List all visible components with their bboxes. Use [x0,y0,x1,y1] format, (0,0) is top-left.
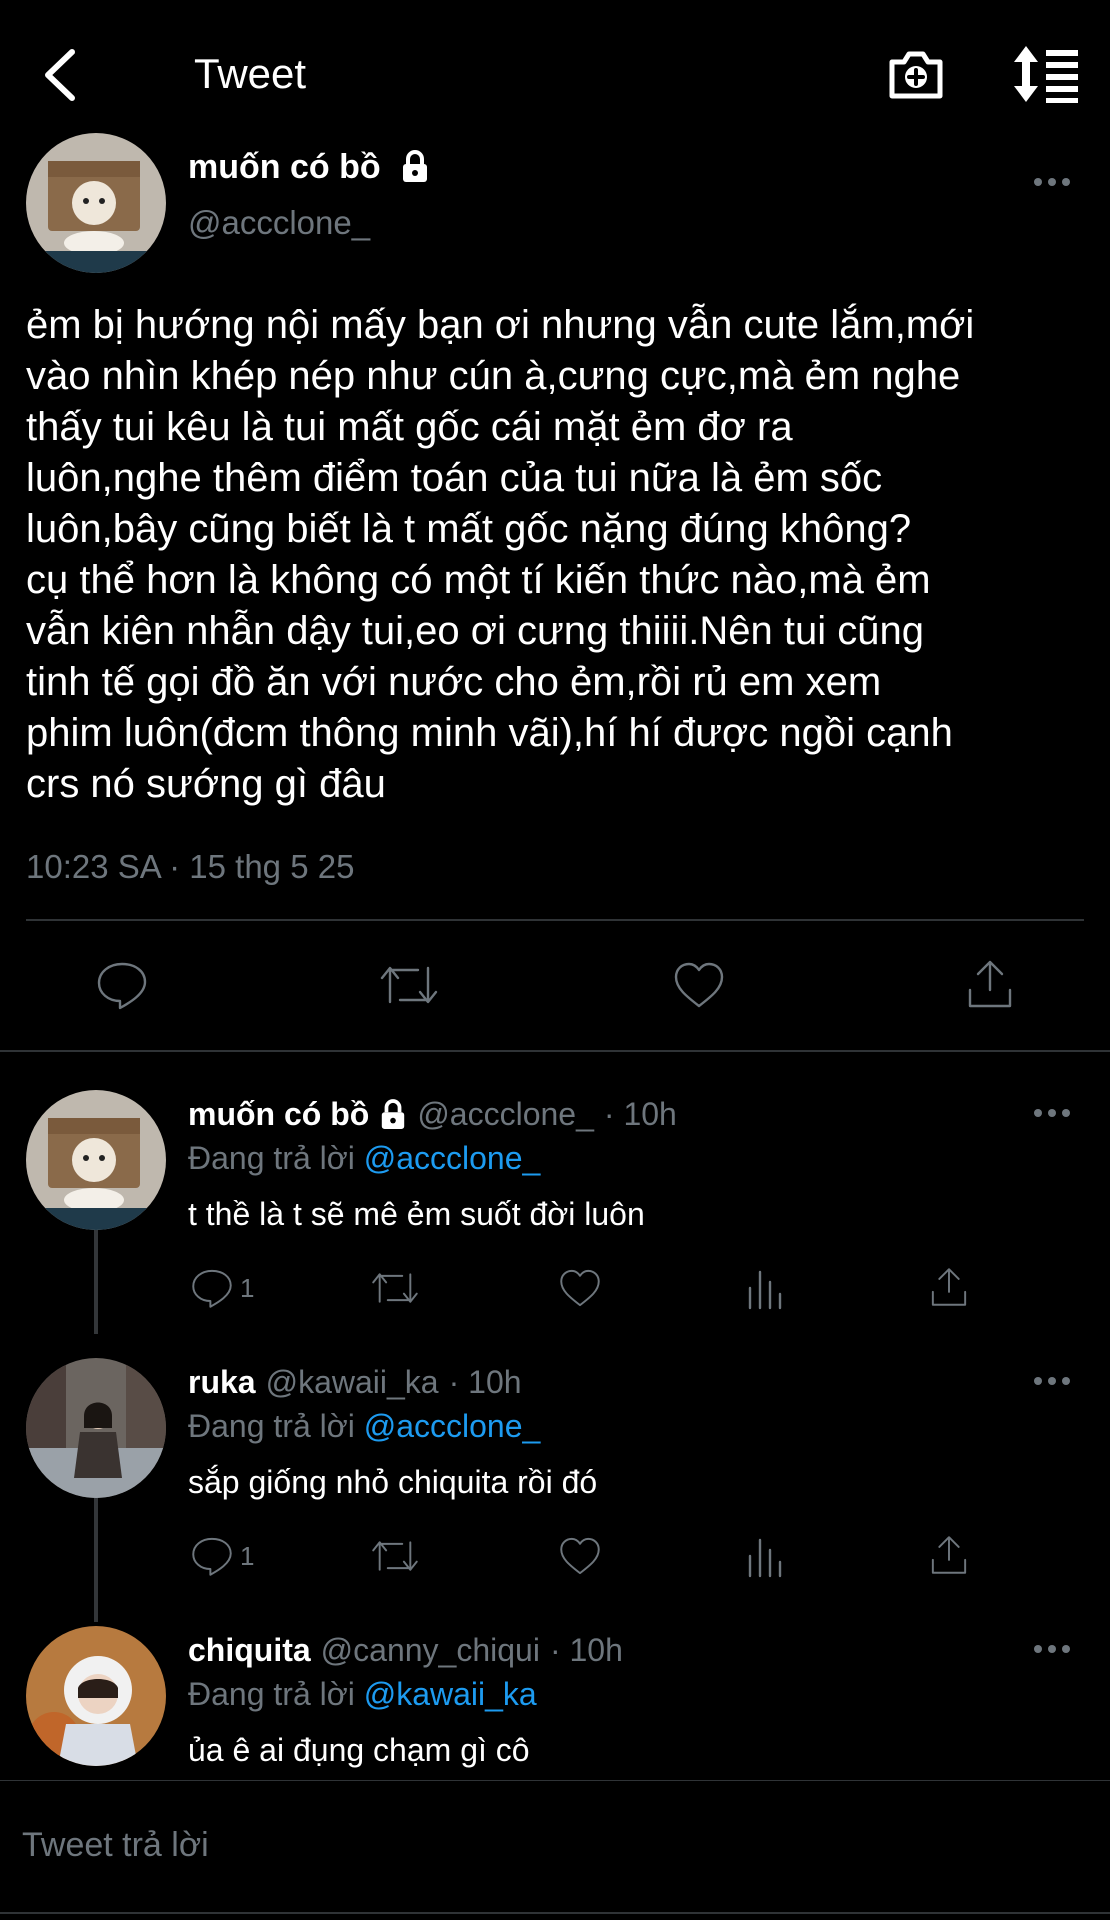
tweet-text: ẻm bị hướng nội mấy bạn ơi nhưng vẫn cut… [26,303,975,806]
reply-time: · 10h [603,1096,677,1132]
lock-icon [379,1098,407,1131]
analytics-icon[interactable] [744,1534,784,1578]
reply-icon[interactable] [190,1534,234,1578]
share-icon[interactable] [928,1264,970,1310]
replying-to-handle[interactable]: @kawaii_ka [364,1676,537,1712]
avatar[interactable] [26,133,166,273]
reply-author-handle[interactable]: @canny_chiqui [321,1632,540,1669]
retweet-icon[interactable] [378,958,440,1012]
share-icon[interactable] [964,956,1016,1012]
lock-icon [400,150,430,184]
replying-label: Đang trả lời [188,1408,355,1444]
retweet-icon[interactable] [370,1266,420,1310]
divider [0,1050,1110,1052]
reply-button[interactable]: 1 [190,1266,254,1310]
replying-to: Đang trả lời @kawaii_ka [188,1676,537,1713]
divider [0,1780,1110,1781]
replying-to-handle[interactable]: @accclone_ [364,1140,541,1176]
reply-header: chiquita @canny_chiqui · 10h [188,1632,623,1669]
avatar[interactable] [26,1358,166,1498]
replying-label: Đang trả lời [188,1140,355,1176]
reply-count: 1 [240,1540,255,1571]
replying-to: Đang trả lời @accclone_ [188,1408,540,1445]
camera-plus-icon[interactable] [886,46,946,104]
retweet-icon[interactable] [370,1534,420,1578]
reply-author-handle[interactable]: @kawaii_ka [266,1364,439,1401]
avatar[interactable] [26,1090,166,1230]
reply-text: sắp giống nhỏ chiquita rồi đó [188,1464,598,1500]
thread-connector [94,1496,98,1622]
divider [26,919,1084,921]
more-icon[interactable] [1032,1103,1072,1123]
page-title: Tweet [194,50,307,97]
reply-icon[interactable] [190,1266,234,1310]
reply-button[interactable]: 1 [190,1534,254,1578]
more-icon[interactable] [1032,1639,1072,1659]
replying-to: Đang trả lời @accclone_ [188,1140,540,1177]
reply-author-name[interactable]: muốn có bồ [188,1096,369,1133]
tweet-timestamp: 10:23 SA · 15 thg 5 25 [26,848,355,885]
avatar[interactable] [26,1626,166,1766]
reply-author-name[interactable]: ruka [188,1364,256,1401]
reply-time: · 10h [549,1632,623,1668]
thread-connector [94,1228,98,1334]
share-icon[interactable] [928,1532,970,1578]
replying-label: Đang trả lời [188,1676,355,1712]
reply-header: muốn có bồ @accclone_ · 10h [188,1096,677,1133]
replying-to-handle[interactable]: @accclone_ [364,1408,541,1444]
author-name[interactable]: muốn có bồ [188,148,381,187]
reply-header: ruka @kawaii_ka · 10h [188,1364,522,1401]
like-icon[interactable] [558,1534,602,1578]
sort-list-icon[interactable] [1010,44,1082,104]
like-icon[interactable] [558,1266,602,1310]
back-arrow-icon[interactable] [38,44,82,106]
reply-time: · 10h [448,1364,522,1400]
reply-text: t thề là t sẽ mê ẻm suốt đời luôn [188,1196,645,1232]
reply-author-name[interactable]: chiquita [188,1632,311,1669]
reply-composer-input[interactable]: Tweet trả lời [22,1826,209,1865]
analytics-icon[interactable] [744,1266,784,1310]
reply-icon[interactable] [95,958,149,1012]
more-icon[interactable] [1032,172,1072,192]
author-handle[interactable]: @accclone_ [188,204,370,242]
reply-author-handle[interactable]: @accclone_ [417,1096,594,1133]
like-icon[interactable] [672,958,726,1012]
divider [0,1912,1110,1914]
more-icon[interactable] [1032,1371,1072,1391]
reply-count: 1 [240,1272,255,1303]
reply-text: ủa ê ai đụng chạm gì cô [188,1732,530,1768]
